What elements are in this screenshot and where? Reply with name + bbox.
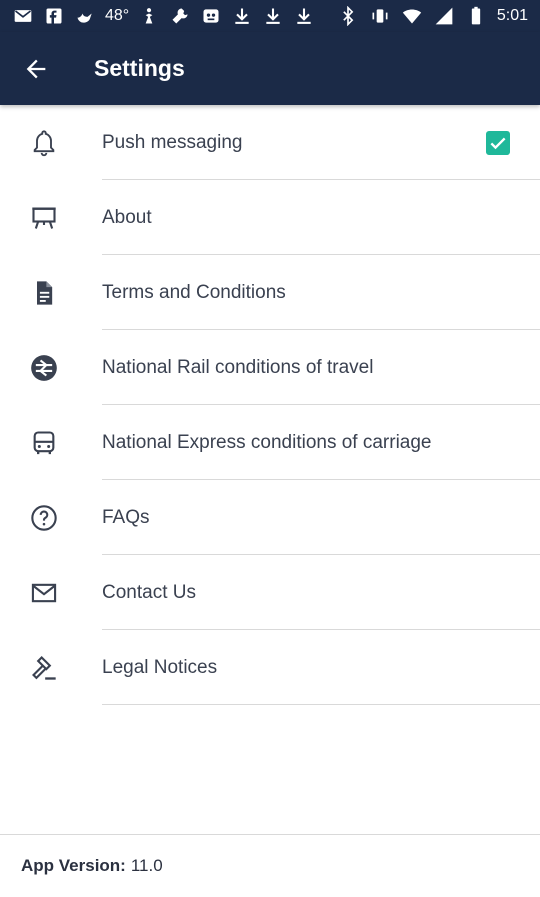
question-icon xyxy=(29,503,59,533)
mail-notification-icon xyxy=(12,5,34,27)
status-bar-notifications: 48° xyxy=(12,5,315,27)
terms-row[interactable]: Terms and Conditions xyxy=(0,255,540,330)
app-version-footer: App Version: 11.0 xyxy=(0,834,540,897)
download-icon xyxy=(262,5,284,27)
faqs-label: FAQs xyxy=(102,506,150,528)
facebook-icon xyxy=(43,5,65,27)
wifi-icon xyxy=(401,5,423,27)
bird-icon xyxy=(74,5,96,27)
bus-icon xyxy=(29,428,59,458)
arrow-left-icon xyxy=(26,59,46,78)
national-rail-label: National Rail conditions of travel xyxy=(102,356,374,378)
national-express-label: National Express conditions of carriage xyxy=(102,431,432,453)
about-row[interactable]: About xyxy=(0,180,540,255)
temperature-text: 48° xyxy=(105,7,130,24)
checkmark-icon xyxy=(490,137,506,149)
about-label: About xyxy=(102,206,152,228)
bluetooth-icon xyxy=(337,5,359,27)
bell-icon xyxy=(29,128,59,158)
envelope-icon xyxy=(29,578,59,608)
download-icon xyxy=(231,5,253,27)
gavel-icon xyxy=(29,653,59,683)
national-express-row[interactable]: National Express conditions of carriage xyxy=(0,405,540,480)
legal-notices-row[interactable]: Legal Notices xyxy=(0,630,540,705)
app-version-value: 11.0 xyxy=(130,856,163,875)
wrench-icon xyxy=(169,5,191,27)
contact-us-label: Contact Us xyxy=(102,581,196,603)
divider xyxy=(102,704,540,705)
vibrate-icon xyxy=(369,5,391,27)
faqs-row[interactable]: FAQs xyxy=(0,480,540,555)
app-bar: Settings xyxy=(0,32,540,105)
national-rail-icon xyxy=(29,353,59,383)
push-messaging-row[interactable]: Push messaging xyxy=(0,105,540,180)
legal-notices-label: Legal Notices xyxy=(102,656,218,678)
download-icon xyxy=(293,5,315,27)
person-icon xyxy=(138,5,160,27)
push-messaging-label: Push messaging xyxy=(102,131,243,153)
terms-label: Terms and Conditions xyxy=(102,281,286,303)
game-icon xyxy=(200,5,222,27)
settings-list: Push messaging About Terms and Condition… xyxy=(0,105,540,705)
battery-icon xyxy=(465,5,487,27)
app-version-label: App Version: xyxy=(21,856,126,875)
signal-icon xyxy=(433,5,455,27)
easel-icon xyxy=(29,203,59,233)
back-button[interactable] xyxy=(0,32,72,105)
national-rail-row[interactable]: National Rail conditions of travel xyxy=(0,330,540,405)
document-icon xyxy=(29,278,59,308)
clock-text: 5:01 xyxy=(496,7,528,24)
status-bar: 48° 5:01 xyxy=(0,0,540,32)
push-messaging-checkbox[interactable] xyxy=(486,130,510,155)
contact-us-row[interactable]: Contact Us xyxy=(0,555,540,630)
status-bar-system: 5:01 xyxy=(337,5,528,27)
page-title: Settings xyxy=(94,55,185,81)
